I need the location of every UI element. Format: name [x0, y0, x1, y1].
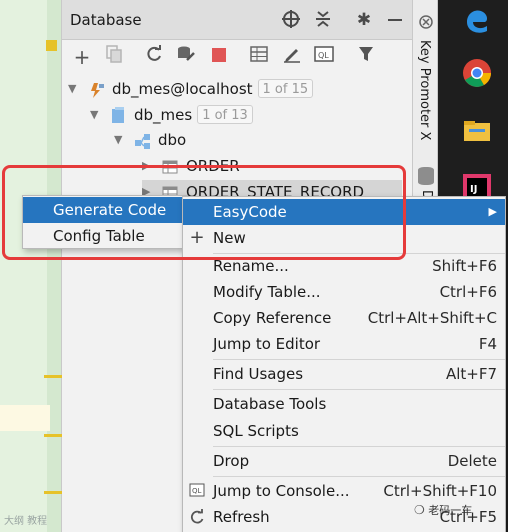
menu-item-modify-table[interactable]: Modify Table... Ctrl+F6 [183, 279, 505, 305]
collapse-icon[interactable] [312, 9, 334, 31]
menu-separator [213, 476, 505, 477]
editor-current-line [0, 405, 50, 431]
table-label: ORDER [186, 157, 240, 175]
menu-item-label: Config Table [53, 227, 145, 245]
crosshair-icon[interactable] [280, 9, 302, 31]
menu-item-shortcut: Ctrl+Alt+Shift+C [367, 309, 497, 327]
key-promoter-tab[interactable]: Key Promoter X [417, 40, 432, 140]
editor-warning-marker[interactable] [46, 40, 57, 51]
menu-item-label: EasyCode [213, 203, 287, 221]
editor-marker[interactable] [44, 491, 62, 494]
menu-item-shortcut: Shift+F6 [432, 257, 497, 275]
menu-separator [213, 359, 505, 360]
panel-title-bar: Database ✱ [62, 0, 412, 40]
menu-item-shortcut: Delete [447, 452, 497, 470]
datasource-icon [88, 81, 104, 98]
editor-area: 大纲 教程 [0, 0, 62, 532]
table-context-menu: EasyCode ▶ + New Rename... Shift+F6 Modi… [182, 196, 506, 532]
database-icon [110, 107, 126, 123]
chevron-down-icon[interactable]: ▼ [114, 128, 128, 152]
editor-marker[interactable] [44, 375, 62, 378]
chevron-down-icon[interactable]: ▼ [90, 103, 104, 127]
panel-title: Database [70, 11, 142, 29]
menu-item-label: Find Usages [213, 365, 304, 383]
menu-item-shortcut: Alt+F7 [445, 365, 497, 383]
refresh-icon [189, 508, 205, 525]
menu-item-label: Generate Code [53, 201, 167, 219]
minimize-icon[interactable] [384, 9, 406, 31]
menu-item-easycode[interactable]: EasyCode ▶ [183, 199, 505, 225]
table-node-icon [162, 158, 178, 174]
key-promoter-icon[interactable] [417, 14, 435, 32]
menu-item-shortcut: F4 [478, 335, 497, 353]
tree-node-database[interactable]: ▼ db_mes 1 of 13 [90, 103, 390, 127]
tree-node-schema[interactable]: ▼ dbo [114, 128, 314, 152]
refresh-icon[interactable] [142, 44, 166, 69]
menu-item-drop[interactable]: Drop Delete [183, 448, 505, 474]
menu-item-database-tools[interactable]: Database Tools [183, 391, 505, 417]
chevron-down-icon[interactable]: ▼ [68, 77, 82, 101]
menu-item-generate-code[interactable]: Generate Code [23, 197, 187, 223]
svg-text:QL: QL [192, 487, 202, 495]
schema-label: dbo [158, 131, 187, 149]
menu-item-label: Copy Reference [213, 309, 332, 327]
menu-item-shortcut: Ctrl+Shift+F10 [383, 482, 497, 500]
console-icon: QL [189, 483, 205, 499]
gear-icon[interactable]: ✱ [353, 9, 375, 31]
database-tab-icon[interactable] [418, 167, 434, 185]
menu-separator [213, 389, 505, 390]
copy-icon[interactable] [102, 45, 126, 69]
menu-item-label: Drop [213, 452, 250, 470]
sql-console-icon[interactable]: QL [312, 45, 336, 69]
svg-text:QL: QL [318, 51, 329, 60]
filter-icon[interactable] [354, 45, 378, 69]
table-icon[interactable] [247, 45, 271, 69]
editor-marker[interactable] [44, 434, 62, 437]
plus-icon: + [189, 227, 205, 248]
wechat-icon: ❍ [414, 503, 425, 517]
panel-toolbar: + QL [62, 41, 412, 73]
menu-item-config-table[interactable]: Config Table [23, 223, 187, 249]
svg-text:IJ: IJ [470, 184, 477, 195]
menu-item-label: SQL Scripts [213, 422, 299, 440]
menu-item-find-usages[interactable]: Find Usages Alt+F7 [183, 361, 505, 387]
menu-item-sql-scripts[interactable]: SQL Scripts [183, 418, 505, 444]
tree-node-table[interactable]: ▶ ORDER [142, 154, 362, 178]
editor-scroll-gutter[interactable] [47, 0, 61, 532]
menu-item-label: Database Tools [213, 395, 327, 413]
database-badge: 1 of 13 [197, 105, 253, 124]
menu-item-copy-reference[interactable]: Copy Reference Ctrl+Alt+Shift+C [183, 305, 505, 331]
menu-item-label: New [213, 229, 246, 247]
schema-node-icon [134, 132, 150, 149]
schema-icon[interactable] [174, 45, 198, 69]
menu-item-shortcut: Ctrl+F6 [439, 283, 497, 301]
file-explorer-icon[interactable] [461, 115, 493, 147]
submenu-arrow-icon: ▶ [488, 205, 497, 218]
edit-icon[interactable] [280, 45, 304, 69]
datasource-badge: 1 of 15 [257, 79, 314, 98]
menu-item-jump-to-editor[interactable]: Jump to Editor F4 [183, 331, 505, 357]
tree-node-datasource[interactable]: ▼ db_mes@localhost 1 of 15 [68, 77, 398, 101]
watermark-left: 大纲 教程 [4, 516, 48, 527]
menu-item-label: Jump to Editor [213, 335, 321, 353]
menu-item-label: Modify Table... [213, 283, 321, 301]
edge-icon[interactable] [461, 4, 493, 36]
watermark-text: 老码一车 [428, 504, 473, 517]
menu-item-rename[interactable]: Rename... Shift+F6 [183, 253, 505, 279]
menu-separator [213, 446, 505, 447]
menu-item-new[interactable]: + New [183, 225, 505, 251]
menu-item-label: Jump to Console... [213, 482, 350, 500]
database-label: db_mes [134, 106, 193, 124]
menu-item-jump-to-console[interactable]: QL Jump to Console... Ctrl+Shift+F10 [183, 478, 505, 504]
menu-item-label: Refresh [213, 508, 270, 526]
chevron-right-icon[interactable]: ▶ [142, 154, 156, 178]
watermark-right: ❍ 老码一车 [414, 502, 472, 518]
chrome-icon[interactable] [461, 57, 493, 89]
datasource-label: db_mes@localhost [112, 80, 253, 98]
add-icon[interactable]: + [70, 45, 94, 69]
stop-icon[interactable] [207, 45, 231, 69]
menu-item-label: Rename... [213, 257, 289, 275]
easycode-submenu: Generate Code Config Table [22, 195, 188, 249]
